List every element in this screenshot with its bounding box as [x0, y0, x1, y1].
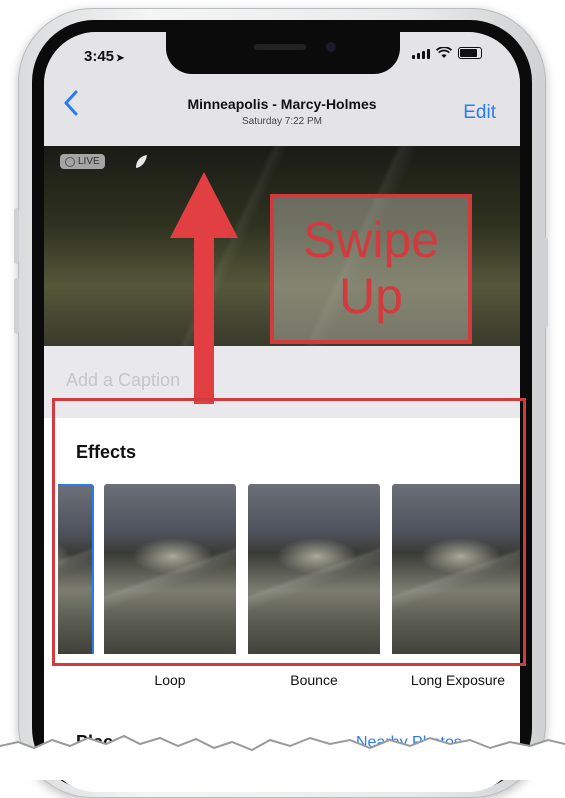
status-time-text: 3:45	[84, 48, 115, 65]
effect-label-loop: Loop	[154, 672, 186, 688]
live-badge: LIVE	[60, 154, 105, 169]
power-button	[543, 238, 548, 328]
wifi-icon	[436, 47, 452, 58]
annotation-line-1: Swipe	[302, 212, 440, 268]
effect-label-long-exposure: Long Exposure	[410, 672, 506, 688]
status-time: 3:45 ➤	[84, 48, 124, 65]
live-icon	[65, 156, 75, 167]
page-title: Minneapolis - Marcy-Holmes	[187, 96, 377, 112]
up-arrow-icon	[170, 172, 238, 404]
volume-down-button	[14, 278, 19, 334]
swipe-up-annotation: Swipe Up	[270, 194, 472, 344]
battery-icon	[458, 47, 482, 59]
front-camera	[326, 42, 336, 52]
speaker	[254, 44, 306, 50]
navigation-bar: Minneapolis - Marcy-Holmes Saturday 7:22…	[44, 76, 520, 146]
torn-edge-decoration	[0, 734, 565, 780]
favorite-leaf-icon	[136, 155, 147, 168]
edit-button[interactable]: Edit	[463, 102, 496, 124]
effects-highlight-frame	[52, 398, 526, 666]
caption-input[interactable]: Add a Caption	[66, 370, 180, 391]
page-subtitle: Saturday 7:22 PM	[241, 116, 323, 127]
volume-up-button	[14, 208, 19, 264]
live-photo[interactable]: LIVE Swipe Up	[44, 146, 520, 346]
signal-icon	[412, 49, 430, 59]
annotation-line-2: Up	[339, 268, 403, 324]
notch	[166, 32, 400, 74]
effect-label-bounce: Bounce	[290, 672, 338, 688]
location-arrow-icon: ➤	[116, 53, 125, 64]
status-icons	[412, 47, 482, 59]
live-label: LIVE	[78, 156, 100, 167]
